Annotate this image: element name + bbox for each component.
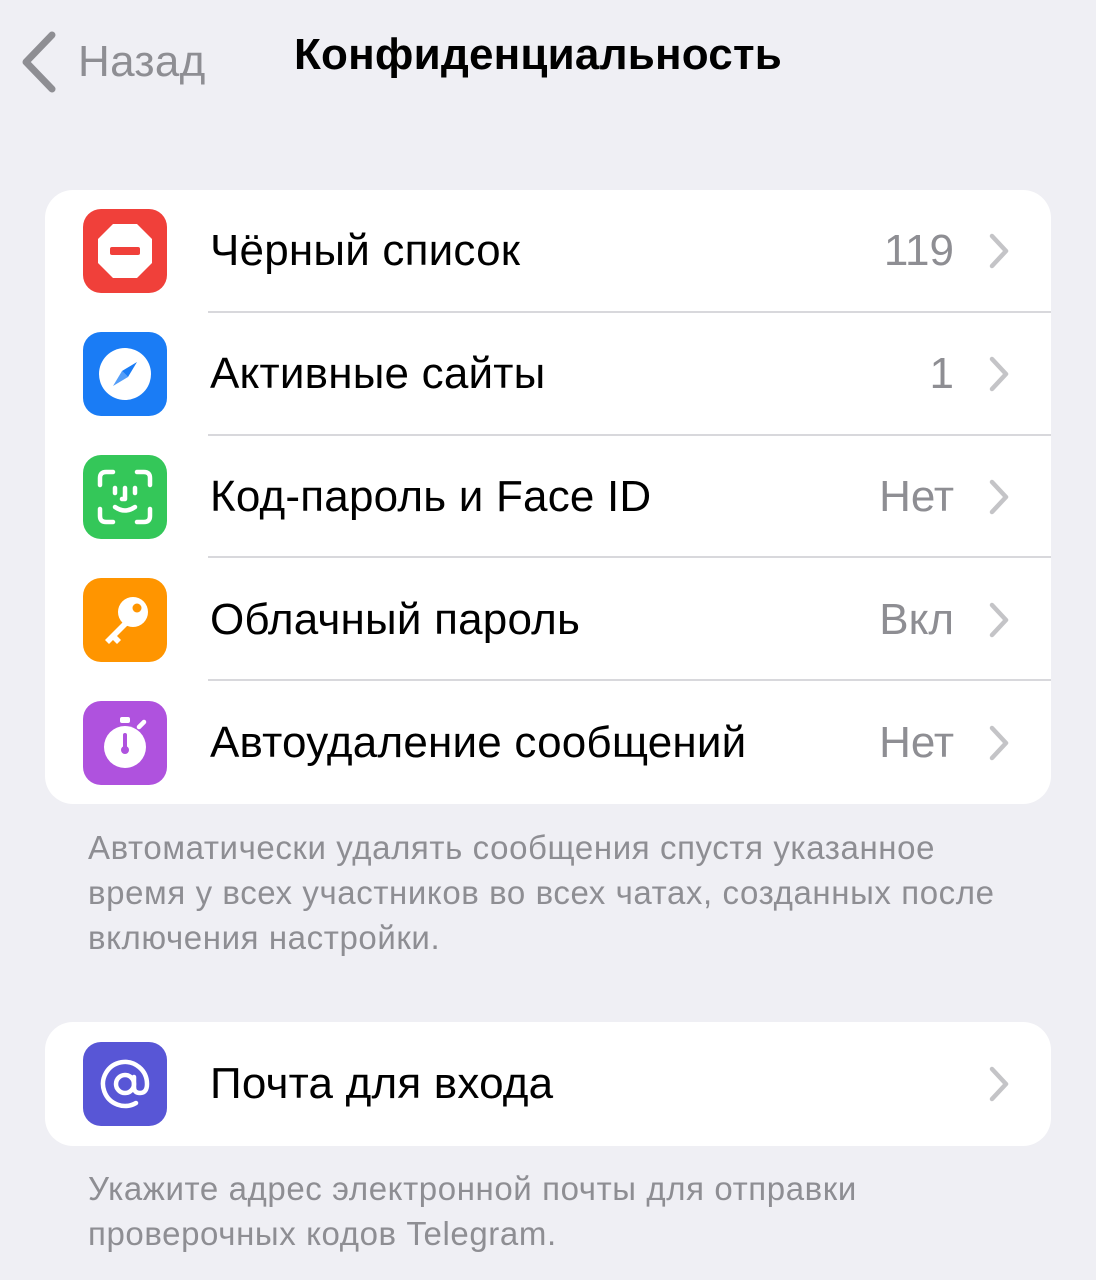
privacy-settings-group: Чёрный список 119 Активные сайты 1 Код-п… xyxy=(45,190,1051,804)
timer-icon xyxy=(83,700,167,785)
chevron-right-icon xyxy=(989,725,1009,760)
settings-row-value: 1 xyxy=(929,349,954,399)
settings-row-label: Почта для входа xyxy=(210,1059,554,1108)
navigation-bar: Назад Конфиденциальность xyxy=(0,0,1096,130)
chevron-right-icon xyxy=(989,479,1009,515)
back-button[interactable]: Назад xyxy=(18,26,206,98)
settings-row-login-email[interactable]: Почта для входа xyxy=(45,1022,1051,1146)
compass-icon xyxy=(83,332,167,417)
settings-row-blocked-users[interactable]: Чёрный список 119 xyxy=(45,190,1051,313)
login-email-footnote: Укажите адрес электронной почты для отпр… xyxy=(88,1170,857,1252)
settings-row-value: Нет xyxy=(879,471,954,521)
login-email-group: Почта для входа xyxy=(45,1022,1051,1146)
settings-row-value: Нет xyxy=(879,717,954,767)
settings-row-label: Автоудаление сообщений xyxy=(210,717,747,767)
auto-delete-footnote: Автоматически удалять сообщения спустя у… xyxy=(88,829,995,956)
settings-row-cloud-password[interactable]: Облачный пароль Вкл xyxy=(45,558,1051,682)
blocked-icon xyxy=(83,209,167,294)
chevron-right-icon xyxy=(989,602,1009,638)
settings-row-label: Активные сайты xyxy=(210,349,546,399)
settings-row-value: Вкл xyxy=(879,594,954,644)
page-title: Конфиденциальность xyxy=(294,30,782,79)
at-sign-icon xyxy=(83,1042,167,1126)
back-button-label: Назад xyxy=(78,37,206,86)
settings-row-active-sites[interactable]: Активные сайты 1 xyxy=(45,313,1051,436)
key-icon xyxy=(83,577,167,662)
chevron-right-icon xyxy=(989,234,1009,269)
settings-row-label: Код-пароль и Face ID xyxy=(210,471,652,521)
settings-row-auto-delete[interactable]: Автоудаление сообщений Нет xyxy=(45,681,1051,804)
chevron-left-icon xyxy=(22,31,56,93)
chevron-right-icon xyxy=(989,1066,1009,1102)
chevron-right-icon xyxy=(989,356,1009,392)
settings-row-value: 119 xyxy=(883,226,954,276)
face-id-icon xyxy=(83,454,167,539)
settings-row-label: Чёрный список xyxy=(210,226,521,276)
settings-row-label: Облачный пароль xyxy=(210,594,581,644)
settings-row-passcode-face-id[interactable]: Код-пароль и Face ID Нет xyxy=(45,436,1051,559)
